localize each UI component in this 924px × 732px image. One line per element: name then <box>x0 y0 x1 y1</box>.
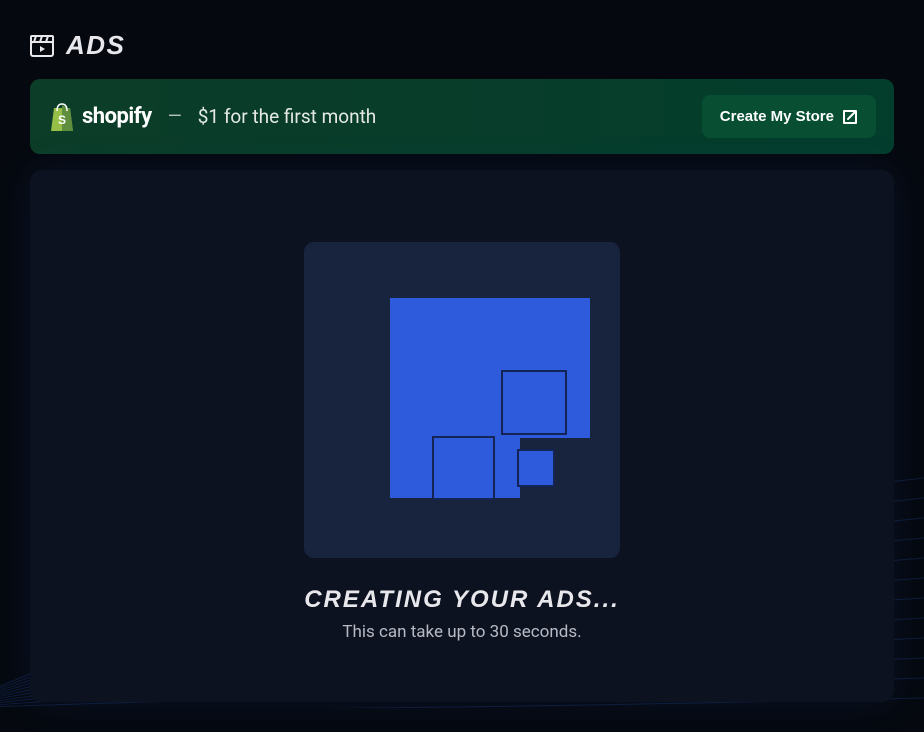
shopify-bag-icon: S <box>48 101 76 133</box>
loader-animation <box>304 242 620 558</box>
svg-text:S: S <box>58 113 66 127</box>
shopify-brand-name: shopify <box>82 104 152 129</box>
page-header: Ads <box>30 30 894 61</box>
create-store-label: Create My Store <box>720 108 834 125</box>
loading-title: Creating your ads... <box>304 586 620 614</box>
promo-offer-text: $1 for the first month <box>198 105 377 128</box>
promo-banner: S shopify — $1 for the first month Creat… <box>30 79 894 154</box>
create-store-button[interactable]: Create My Store <box>702 95 876 138</box>
shopify-logo: S shopify <box>48 101 152 133</box>
page-title: Ads <box>66 30 125 61</box>
loading-subtitle: This can take up to 30 seconds. <box>342 622 581 642</box>
loading-card: Creating your ads... This can take up to… <box>30 170 894 702</box>
external-link-icon <box>842 109 858 125</box>
promo-separator: — <box>168 106 182 127</box>
clapperboard-icon <box>30 35 54 57</box>
